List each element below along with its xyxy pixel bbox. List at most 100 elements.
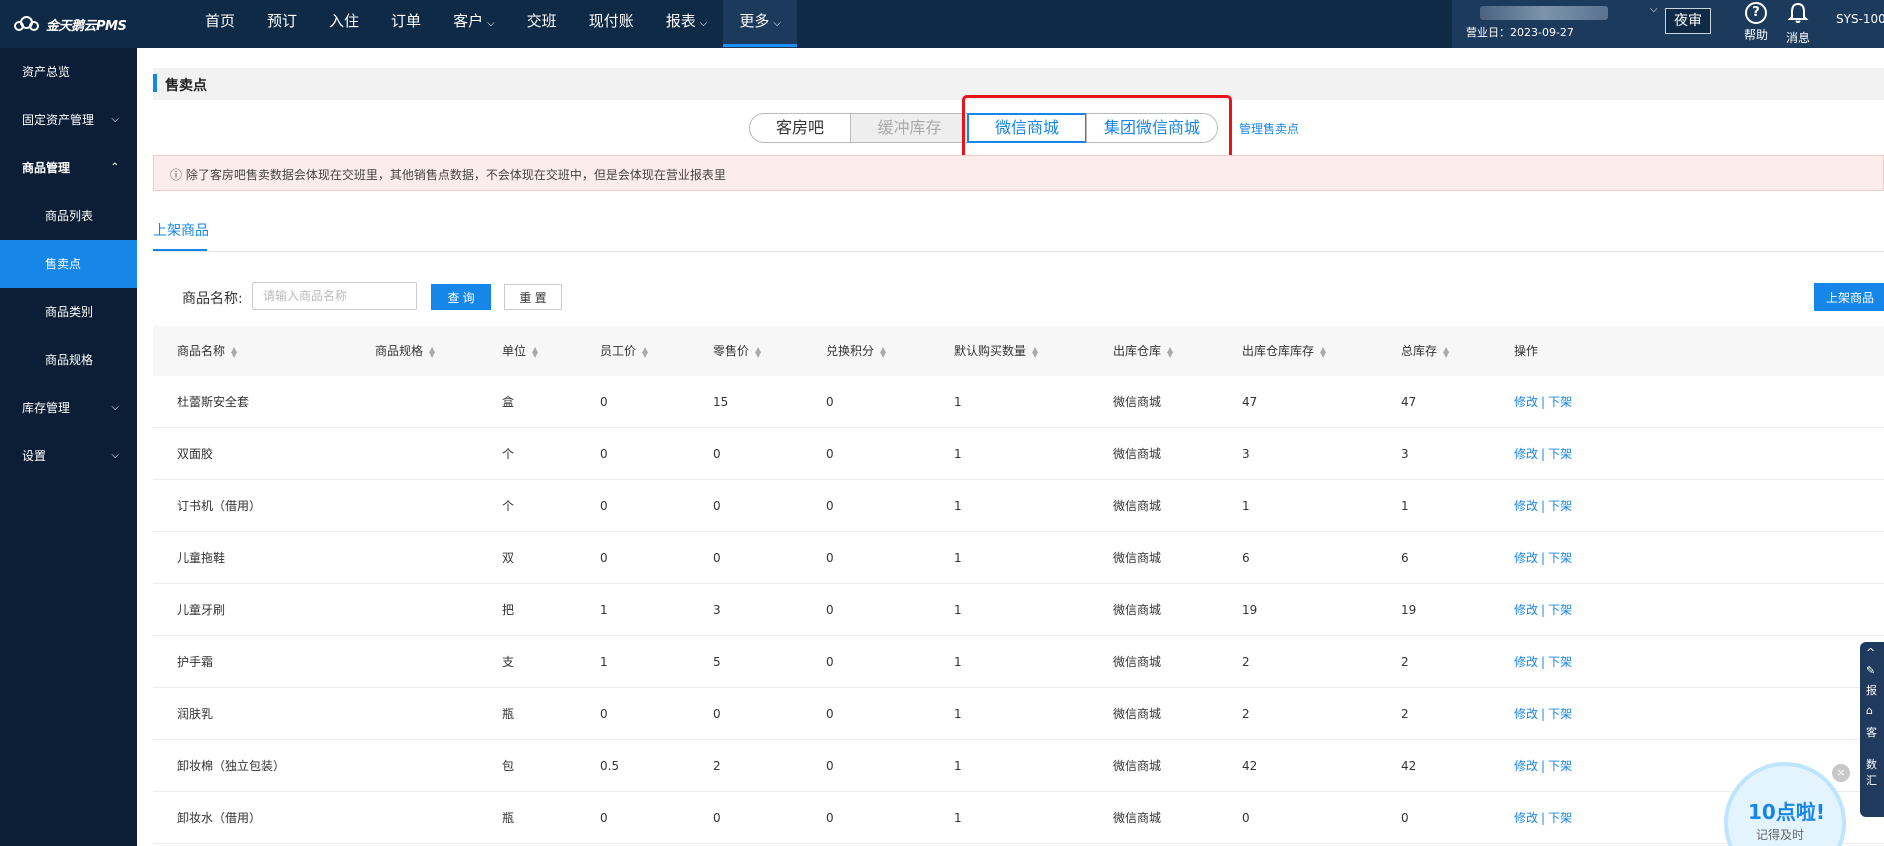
sidebar-item-2[interactable]: 商品管理 ⌃ <box>0 144 137 192</box>
night-audit-button[interactable]: 夜审 <box>1665 8 1711 34</box>
tab-divider <box>153 251 1884 252</box>
table-cell: 0 <box>826 395 834 409</box>
edit-link[interactable]: 修改 <box>1514 759 1538 773</box>
column-header[interactable]: 商品名称 ▲ ▼ <box>177 326 237 376</box>
table-cell: 盒 <box>502 395 515 409</box>
sort-icon[interactable]: ▲ ▼ <box>1032 345 1038 358</box>
table-cell: 微信商城 <box>1113 759 1162 773</box>
help-button[interactable]: ? 帮助 <box>1736 2 1776 43</box>
sidebar-item-6[interactable]: 商品规格 <box>0 336 137 384</box>
sort-icon[interactable]: ▲ ▼ <box>642 345 648 358</box>
table-row: 双面胶 个 0 0 0 1 微信商城 3 3 修改 | 下架 <box>153 428 1884 480</box>
table-cell: 支 <box>502 655 515 669</box>
sidebar-item-8[interactable]: 设置 ⌵ <box>0 432 137 480</box>
edit-link[interactable]: 修改 <box>1514 499 1538 513</box>
hotel-selector[interactable]: ⌵ 营业日：2023-09-27 <box>1466 4 1658 40</box>
shelve-product-button[interactable]: 上架商品 <box>1814 283 1884 311</box>
nav-item-6[interactable]: 现付账 <box>573 0 650 48</box>
reminder-close-icon[interactable]: × <box>1832 764 1850 782</box>
sort-icon[interactable]: ▲ ▼ <box>1167 345 1173 358</box>
column-header[interactable]: 单位 ▲ ▼ <box>502 326 538 376</box>
edit-link[interactable]: 修改 <box>1514 811 1538 825</box>
edit-link[interactable]: 修改 <box>1514 551 1538 565</box>
table-cell: 1 <box>954 447 962 461</box>
unshelve-link[interactable]: 下架 <box>1548 447 1572 461</box>
segment-room-bar[interactable]: 客房吧 <box>749 113 851 143</box>
chevron-down-icon: ⌵ <box>487 18 495 29</box>
sort-icon[interactable]: ▲ ▼ <box>755 345 761 358</box>
app-logo[interactable]: 金天鹅云PMS <box>14 12 127 36</box>
column-header-label: 兑换积分 <box>826 344 875 358</box>
sidebar-item-1[interactable]: 固定资产管理 ⌵ <box>0 96 137 144</box>
table-cell: 0 <box>1242 811 1250 825</box>
messages-button[interactable]: 消息 <box>1778 2 1818 46</box>
column-header[interactable]: 出库仓库 ▲ ▼ <box>1113 326 1173 376</box>
unshelve-link[interactable]: 下架 <box>1548 655 1572 669</box>
nav-item-4[interactable]: 客户 ⌵ <box>437 0 511 48</box>
nav-item-3[interactable]: 订单 <box>375 0 437 48</box>
sort-icon[interactable]: ▲ ▼ <box>1443 345 1449 358</box>
unshelve-link[interactable]: 下架 <box>1548 395 1572 409</box>
edit-link[interactable]: 修改 <box>1514 447 1538 461</box>
table-cell: 1 <box>954 759 962 773</box>
sidebar-item-label: 商品规格 <box>45 353 94 367</box>
sidebar-item-label: 设置 <box>22 449 47 463</box>
column-header[interactable]: 商品规格 ▲ ▼ <box>375 326 435 376</box>
row-actions: 修改 | 下架 <box>1514 792 1572 844</box>
unshelve-link[interactable]: 下架 <box>1548 707 1572 721</box>
sort-icon[interactable]: ▲ ▼ <box>1320 345 1326 358</box>
unshelve-link[interactable]: 下架 <box>1548 811 1572 825</box>
table-cell: 微信商城 <box>1113 447 1162 461</box>
column-header[interactable]: 兑换积分 ▲ ▼ <box>826 326 886 376</box>
manage-sale-points-link[interactable]: 管理售卖点 <box>1239 120 1299 137</box>
edit-link[interactable]: 修改 <box>1514 707 1538 721</box>
product-name-label: 商品名称: <box>182 291 243 307</box>
sort-icon[interactable]: ▲ ▼ <box>532 345 538 358</box>
column-header[interactable]: 总库存 ▲ ▼ <box>1401 326 1449 376</box>
reset-button[interactable]: 重 置 <box>504 284 562 310</box>
table-cell: 0 <box>713 551 721 565</box>
nav-item-5[interactable]: 交班 <box>511 0 573 48</box>
edit-link[interactable]: 修改 <box>1514 655 1538 669</box>
nav-item-label: 交班 <box>526 12 557 30</box>
table-cell: 0 <box>826 447 834 461</box>
sidebar-item-3[interactable]: 商品列表 <box>0 192 137 240</box>
nav-item-8[interactable]: 更多 ⌵ <box>723 0 797 48</box>
nav-item-0[interactable]: 首页 <box>189 0 251 48</box>
action-separator: | <box>1541 811 1546 825</box>
sort-icon[interactable]: ▲ ▼ <box>429 345 435 358</box>
table-cell: 2 <box>1242 707 1250 721</box>
column-header[interactable]: 零售价 ▲ ▼ <box>713 326 761 376</box>
edit-link[interactable]: 修改 <box>1514 603 1538 617</box>
sort-icon[interactable]: ▲ ▼ <box>231 345 237 358</box>
table-cell: 儿童拖鞋 <box>177 551 226 565</box>
column-header[interactable]: 默认购买数量 ▲ ▼ <box>954 326 1038 376</box>
nav-item-7[interactable]: 报表 ⌵ <box>650 0 724 48</box>
table-cell: 个 <box>502 447 515 461</box>
sidebar-item-5[interactable]: 商品类别 <box>0 288 137 336</box>
sort-icon[interactable]: ▲ ▼ <box>880 345 886 358</box>
chevron-up-icon: ⌃ <box>110 162 119 173</box>
floating-side-panel[interactable]: ^ ✎ 报 ⌂ 客 数 汇 <box>1860 642 1884 817</box>
unshelve-link[interactable]: 下架 <box>1548 551 1572 565</box>
unshelve-link[interactable]: 下架 <box>1548 759 1572 773</box>
edit-link[interactable]: 修改 <box>1514 395 1538 409</box>
user-account[interactable]: SYS-100 <box>1836 12 1884 26</box>
sidebar: 资产总览 固定资产管理 ⌵ 商品管理 ⌃ 商品列表 售卖点 商品类别商品规格库存管理 ⌵ 设置 ⌵ <box>0 48 137 846</box>
product-name-input[interactable] <box>252 282 417 310</box>
column-header[interactable]: 出库仓库库存 ▲ ▼ <box>1242 326 1326 376</box>
sidebar-item-7[interactable]: 库存管理 ⌵ <box>0 384 137 432</box>
nav-item-1[interactable]: 预订 <box>251 0 313 48</box>
query-button[interactable]: 查 询 <box>431 284 491 310</box>
tab-listed-products[interactable]: 上架商品 <box>153 220 209 240</box>
table-row: 儿童牙刷 把 1 3 0 1 微信商城 19 19 修改 | 下架 <box>153 584 1884 636</box>
sidebar-item-4[interactable]: 售卖点 <box>0 240 137 288</box>
nav-item-2[interactable]: 入住 <box>313 0 375 48</box>
sidebar-item-0[interactable]: 资产总览 <box>0 48 137 96</box>
messages-label: 消息 <box>1785 31 1810 45</box>
segment-buffer-stock: 缓冲库存 <box>850 113 969 143</box>
unshelve-link[interactable]: 下架 <box>1548 603 1572 617</box>
column-header[interactable]: 员工价 ▲ ▼ <box>600 326 648 376</box>
row-actions: 修改 | 下架 <box>1514 428 1572 480</box>
unshelve-link[interactable]: 下架 <box>1548 499 1572 513</box>
